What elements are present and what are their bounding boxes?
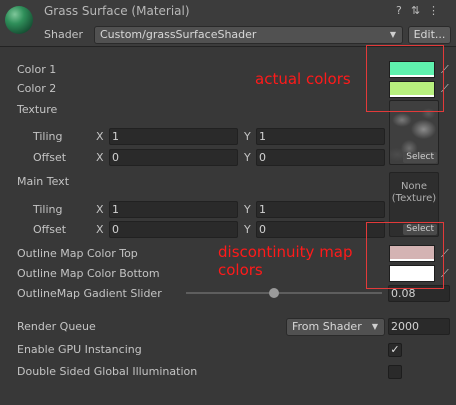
texture-offset-label: Offset <box>33 151 67 164</box>
color1-label: Color 1 <box>17 63 57 76</box>
sliders-icon[interactable]: ⇅ <box>411 4 420 17</box>
discontinuity-colors-highlight-box <box>366 222 444 289</box>
main-text-label: Main Text <box>17 175 70 188</box>
texture-tiling-x-field[interactable]: 1 <box>109 128 238 145</box>
outline-top-label: Outline Map Color Top <box>17 247 138 260</box>
render-queue-value-field[interactable]: 2000 <box>388 318 450 335</box>
gpu-instancing-label: Enable GPU Instancing <box>17 343 142 356</box>
discontinuity-line1: discontinuity map <box>218 243 353 261</box>
help-icon[interactable]: ? <box>396 4 402 17</box>
actual-colors-highlight-box <box>366 45 444 112</box>
texture-offset-y-field[interactable]: 0 <box>256 149 385 166</box>
gradient-slider-track[interactable] <box>186 292 382 294</box>
texture-tiling-y-field[interactable]: 1 <box>256 128 385 145</box>
discontinuity-line2: colors <box>218 261 263 279</box>
chevron-down-icon: ▼ <box>371 322 378 331</box>
none-texture-line2: (Texture) <box>391 193 437 204</box>
main-offset-y-axis: Y <box>244 223 251 236</box>
render-queue-label: Render Queue <box>17 320 96 333</box>
texture-offset-x-field[interactable]: 0 <box>109 149 238 166</box>
material-header: Grass Surface (Material) ? ⇅ ⋮ Shader Cu… <box>0 0 456 47</box>
none-texture-text: None (Texture) <box>390 181 438 205</box>
edit-shader-button[interactable]: Edit... <box>408 26 451 44</box>
shader-dropdown[interactable]: Custom/grassSurfaceShader ▼ <box>94 26 403 44</box>
texture-tiling-x-axis: X <box>96 130 104 143</box>
gradient-slider-thumb[interactable] <box>269 288 280 298</box>
texture-select-button[interactable]: Select <box>403 152 437 163</box>
actual-colors-annotation: actual colors <box>255 70 351 88</box>
shader-dropdown-value: Custom/grassSurfaceShader <box>100 28 257 41</box>
main-offset-x-axis: X <box>96 223 104 236</box>
discontinuity-map-annotation: discontinuity map colors <box>218 243 353 279</box>
outline-bottom-label: Outline Map Color Bottom <box>17 267 160 280</box>
double-sided-gi-label: Double Sided Global Illumination <box>17 365 198 378</box>
material-preview-sphere <box>5 6 33 34</box>
texture-tiling-label: Tiling <box>33 130 63 143</box>
texture-offset-y-axis: Y <box>244 151 251 164</box>
main-offset-label: Offset <box>33 223 67 236</box>
main-offset-x-field[interactable]: 0 <box>109 221 238 238</box>
texture-offset-x-axis: X <box>96 151 104 164</box>
double-sided-gi-checkbox[interactable] <box>388 365 402 379</box>
main-tiling-y-axis: Y <box>244 203 251 216</box>
gpu-instancing-checkbox[interactable]: ✓ <box>388 343 402 357</box>
shader-label: Shader <box>44 28 83 41</box>
gradient-slider-label: OutlineMap Gadient Slider <box>17 287 162 300</box>
main-tiling-label: Tiling <box>33 203 63 216</box>
render-queue-dropdown[interactable]: From Shader ▼ <box>286 318 385 336</box>
kebab-menu-icon[interactable]: ⋮ <box>428 4 439 17</box>
color2-label: Color 2 <box>17 82 57 95</box>
material-title: Grass Surface (Material) <box>44 4 190 18</box>
main-tiling-y-field[interactable]: 1 <box>256 201 385 218</box>
texture-tiling-y-axis: Y <box>244 130 251 143</box>
chevron-down-icon: ▼ <box>389 30 396 39</box>
none-texture-line1: None <box>400 181 428 192</box>
main-tiling-x-field[interactable]: 1 <box>109 201 238 218</box>
texture-label: Texture <box>17 103 58 116</box>
main-tiling-x-axis: X <box>96 203 104 216</box>
render-queue-mode: From Shader <box>292 320 362 333</box>
